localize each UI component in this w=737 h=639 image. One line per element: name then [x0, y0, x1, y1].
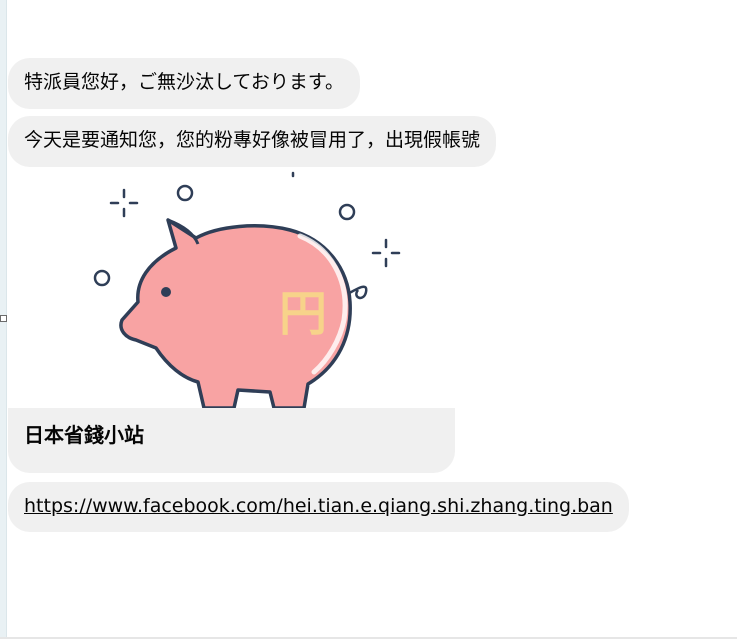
message-text: 特派員您好，ご無沙汰しております。: [24, 71, 344, 93]
link-preview-card[interactable]: 円 日本省錢小站: [8, 170, 455, 473]
yen-mark: 円: [279, 286, 327, 342]
message-bubble: 今天是要通知您，您的粉專好像被冒用了，出現假帳號: [8, 116, 497, 167]
message-text: 今天是要通知您，您的粉專好像被冒用了，出現假帳號: [24, 129, 481, 151]
facebook-link[interactable]: https://www.facebook.com/hei.tian.e.qian…: [24, 495, 613, 517]
link-preview-footer[interactable]: 日本省錢小站: [8, 408, 455, 473]
link-message-bubble[interactable]: https://www.facebook.com/hei.tian.e.qian…: [8, 482, 629, 532]
piggy-bank-yen-icon: 円: [93, 171, 401, 410]
link-preview-title: 日本省錢小站: [24, 423, 144, 447]
chat-panel: 特派員您好，ご無沙汰しております。 今天是要通知您，您的粉專好像被冒用了，出現假…: [0, 0, 737, 639]
resize-handle[interactable]: [0, 315, 7, 322]
message-bubble: 特派員您好，ご無沙汰しております。: [8, 58, 360, 109]
link-preview-image: 円: [8, 170, 455, 410]
